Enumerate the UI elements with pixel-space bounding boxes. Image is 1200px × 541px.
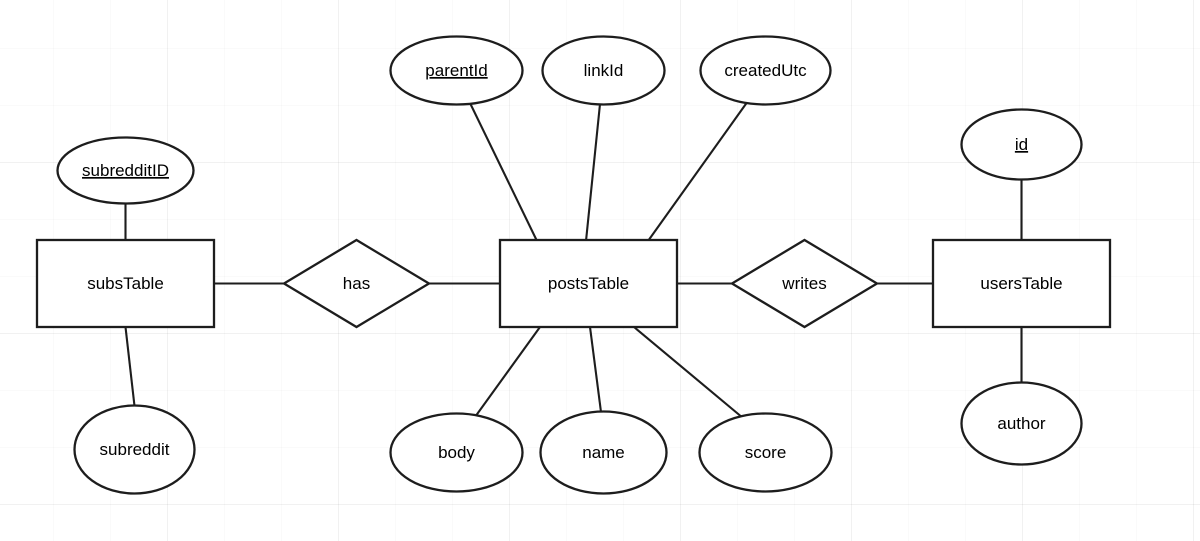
connection-line-postsTable-to-parentId xyxy=(469,102,538,242)
er-diagram-svg: subsTable postsTable usersTable has writes su… xyxy=(35,35,1112,495)
relationship-has[interactable]: has xyxy=(281,238,432,329)
attribute-label-linkId: linkId xyxy=(584,61,624,80)
attribute-label-parentId: parentId xyxy=(425,61,487,80)
relationship-label-writes: writes xyxy=(781,274,826,293)
entity-postsTable[interactable]: postsTable xyxy=(498,238,679,329)
relationship-label-has: has xyxy=(343,274,370,293)
entity-subsTable[interactable]: subsTable xyxy=(35,238,216,329)
attribute-label-name: name xyxy=(582,443,625,462)
attribute-label-subredditID: subredditID xyxy=(82,161,169,180)
attribute-subredditID[interactable]: subredditID xyxy=(56,136,195,205)
attribute-linkId[interactable]: linkId xyxy=(541,35,666,106)
attribute-score[interactable]: score xyxy=(698,412,833,493)
er-diagram-canvas: subsTable postsTable usersTable has writes su… xyxy=(0,0,1200,541)
connection-line-postsTable-to-linkId xyxy=(584,103,602,242)
entity-label-postsTable: postsTable xyxy=(548,274,629,293)
attribute-name[interactable]: name xyxy=(539,410,668,495)
attribute-parentId[interactable]: parentId xyxy=(389,35,524,106)
attribute-label-body: body xyxy=(438,443,475,462)
relationship-writes[interactable]: writes xyxy=(729,238,880,329)
attribute-label-author: author xyxy=(997,414,1046,433)
attribute-label-id: id xyxy=(1015,135,1028,154)
attribute-body[interactable]: body xyxy=(389,412,524,493)
attribute-id[interactable]: id xyxy=(960,108,1083,181)
entity-label-usersTable: usersTable xyxy=(980,274,1062,293)
connection-line-postsTable-to-body xyxy=(474,326,541,418)
connection-line-postsTable-to-score xyxy=(633,326,744,419)
connection-line-postsTable-to-name xyxy=(588,326,603,413)
connection-line-postsTable-to-createdUtc xyxy=(647,100,749,242)
attribute-subreddit[interactable]: subreddit xyxy=(73,404,196,495)
entity-usersTable[interactable]: usersTable xyxy=(931,238,1112,329)
attribute-label-subreddit: subreddit xyxy=(100,440,170,459)
attribute-createdUtc[interactable]: createdUtc xyxy=(699,35,832,106)
attribute-author[interactable]: author xyxy=(960,381,1083,466)
nodes-layer: subsTable postsTable usersTable has writes su… xyxy=(35,35,1112,495)
attribute-label-score: score xyxy=(745,443,787,462)
attribute-label-createdUtc: createdUtc xyxy=(724,61,807,80)
entity-label-subsTable: subsTable xyxy=(87,274,164,293)
connection-line-subsTable-to-subreddit xyxy=(124,326,136,407)
